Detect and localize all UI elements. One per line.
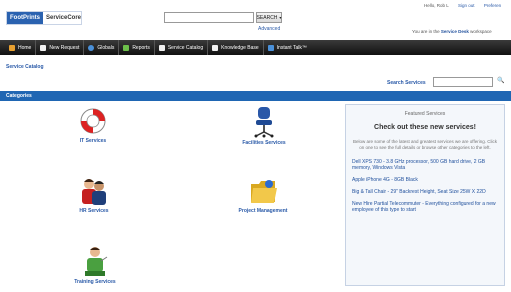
category-facilities-services[interactable]: Facilities Services bbox=[229, 106, 299, 146]
nav-label: Knowledge Base bbox=[221, 44, 259, 51]
workspace-prefix: You are in the bbox=[412, 29, 440, 34]
home-icon bbox=[9, 44, 15, 51]
service-catalog-icon bbox=[158, 44, 165, 51]
workspace-indicator: You are in the Service Desk workspace bbox=[412, 29, 492, 34]
footprints-logo[interactable]: FootPrints ServiceCore bbox=[6, 11, 82, 25]
folder-icon bbox=[251, 180, 277, 203]
featured-header: Featured Services bbox=[404, 111, 446, 117]
header: FootPrints ServiceCore SEARCH ▾ Advanced… bbox=[0, 0, 511, 40]
nav-globals[interactable]: Globals bbox=[84, 40, 120, 55]
search-button-label: SEARCH bbox=[256, 14, 278, 21]
nav-new-request[interactable]: New Request bbox=[36, 40, 85, 55]
chevron-down-icon: ▾ bbox=[279, 15, 282, 20]
logo-product: ServiceCore bbox=[46, 15, 82, 21]
nav-label: Instant Talk™ bbox=[276, 44, 307, 51]
featured-item[interactable]: Apple iPhone 4G - 8GB Black bbox=[352, 177, 498, 183]
logo-brand: FootPrints bbox=[7, 12, 43, 24]
featured-item[interactable]: Dell XPS 730 - 3.8 GHz processor, 500 GB… bbox=[352, 159, 498, 171]
featured-item[interactable]: New Hire Partial Telecommuter - Everythi… bbox=[352, 201, 498, 213]
nav-label: Home bbox=[18, 44, 32, 51]
search-services-label: Search Services bbox=[387, 80, 426, 86]
featured-title: Check out these new services! bbox=[374, 124, 476, 131]
nav-label: Globals bbox=[97, 44, 115, 51]
reports-icon bbox=[123, 44, 130, 51]
search-button[interactable]: SEARCH ▾ bbox=[256, 12, 282, 23]
nav-reports[interactable]: Reports bbox=[119, 40, 155, 55]
category-label: HR Services bbox=[79, 208, 109, 214]
nav-label: New Request bbox=[49, 44, 80, 51]
category-label: IT Services bbox=[79, 138, 107, 144]
featured-item[interactable]: Big & Tall Chair - 29" Backrest Height, … bbox=[352, 189, 498, 195]
search-icon[interactable]: 🔍 bbox=[497, 77, 504, 84]
globals-icon bbox=[88, 44, 95, 51]
office-chair-icon bbox=[254, 107, 274, 138]
advanced-search-link[interactable]: Advanced bbox=[258, 26, 280, 32]
trainer-icon bbox=[85, 247, 108, 276]
nav-home[interactable]: Home bbox=[5, 40, 37, 55]
category-label: Facilities Services bbox=[242, 140, 286, 146]
category-project-management[interactable]: Project Management bbox=[230, 176, 296, 214]
categories-header: Categories bbox=[0, 91, 511, 101]
user-links: Hello, Rob L Sign out Preferen bbox=[424, 3, 509, 8]
category-hr-services[interactable]: HR Services bbox=[72, 176, 116, 214]
knowledge-base-icon bbox=[212, 44, 219, 51]
sign-out-link[interactable]: Sign out bbox=[458, 3, 475, 8]
category-label: Project Management bbox=[238, 208, 288, 214]
lifebuoy-icon bbox=[80, 108, 106, 134]
search-services-input[interactable] bbox=[433, 77, 493, 87]
nav-knowledge-base[interactable]: Knowledge Base bbox=[208, 40, 264, 55]
categories-title: Categories bbox=[6, 93, 32, 99]
main-navbar: Home New Request Globals Reports Service… bbox=[0, 40, 511, 55]
instant-talk-icon bbox=[267, 44, 274, 51]
nav-label: Reports bbox=[132, 44, 150, 51]
preferences-link[interactable]: Preferen bbox=[484, 3, 501, 8]
nav-label: Service Catalog bbox=[167, 44, 204, 51]
nav-service-catalog[interactable]: Service Catalog bbox=[155, 40, 209, 55]
category-it-services[interactable]: IT Services bbox=[71, 106, 115, 144]
nav-instant-talk[interactable]: Instant Talk™ bbox=[264, 40, 311, 55]
greeting-text: Hello, Rob L bbox=[424, 3, 449, 8]
global-search-input[interactable] bbox=[164, 12, 254, 23]
featured-services-panel: Featured Services Check out these new se… bbox=[345, 104, 505, 286]
featured-description: Below are some of the latest and greates… bbox=[353, 139, 497, 150]
people-icon bbox=[82, 179, 106, 205]
new-request-icon bbox=[40, 44, 47, 51]
workspace-name[interactable]: Service Desk bbox=[441, 29, 469, 34]
workspace-suffix: workspace bbox=[470, 29, 492, 34]
breadcrumb-service-catalog[interactable]: Service Catalog bbox=[6, 64, 44, 70]
category-training-services[interactable]: Training Services bbox=[70, 245, 120, 285]
category-label: Training Services bbox=[74, 279, 116, 285]
